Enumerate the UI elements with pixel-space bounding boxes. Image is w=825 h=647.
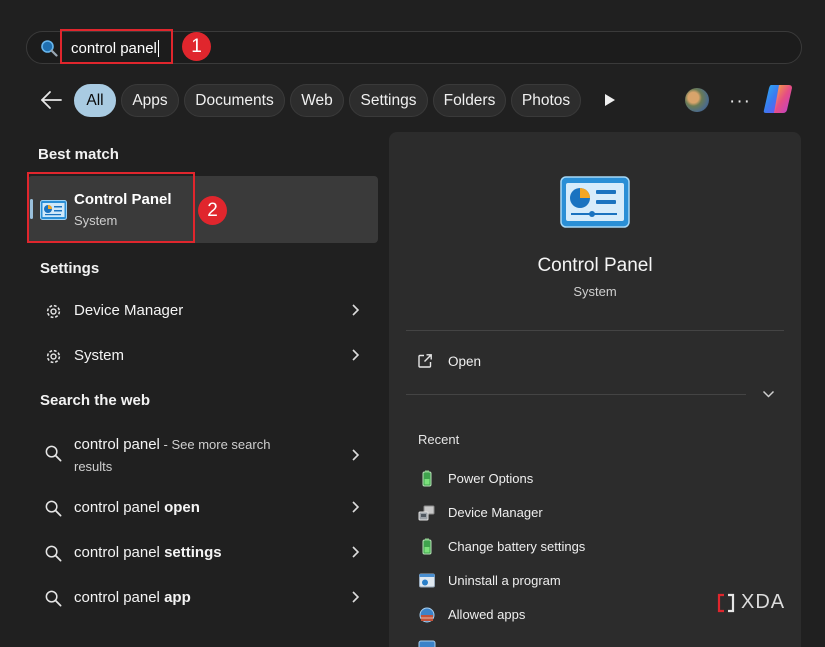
filter-chip-folders[interactable]: Folders [433, 84, 506, 117]
web-result-control-panel-settings[interactable]: control panel settings [28, 532, 378, 575]
filter-chip-all[interactable]: All [74, 84, 116, 117]
search-web-heading: Search the web [40, 392, 151, 409]
web-result-bold: settings [164, 544, 222, 561]
battery-icon [422, 470, 432, 487]
settings-item-label: System [74, 347, 125, 364]
recent-item-label: Allowed apps [448, 607, 526, 622]
xda-logo-icon [717, 593, 735, 612]
xda-watermark-text: XDA [741, 591, 786, 613]
settings-heading: Settings [40, 260, 100, 277]
chevron-right-icon [352, 349, 360, 361]
web-result-suffix-line2: results [74, 459, 113, 474]
web-result-control-panel[interactable]: control panel - See more search results [28, 430, 378, 480]
avatar[interactable] [685, 88, 709, 112]
battery-icon [422, 538, 432, 555]
chevron-right-icon [352, 501, 360, 513]
device-manager-icon [418, 505, 435, 521]
divider [406, 394, 746, 395]
gear-icon [46, 304, 61, 319]
web-result-bold: open [164, 499, 200, 516]
gear-icon [46, 349, 61, 364]
web-result-prefix: control panel [74, 589, 165, 606]
search-icon [45, 590, 62, 607]
annotation-step-badge-2: 2 [198, 196, 227, 225]
open-external-icon [418, 354, 432, 368]
search-icon [45, 545, 62, 562]
filter-label: Settings [360, 91, 417, 109]
search-icon [41, 40, 58, 57]
filter-chip-documents[interactable]: Documents [184, 84, 285, 117]
web-result-label: control panel open [74, 499, 200, 516]
search-icon [45, 500, 62, 517]
recent-item-label: Change battery settings [448, 539, 586, 554]
web-result-label: control panel app [74, 589, 191, 606]
arrow-left-icon[interactable] [39, 89, 63, 111]
annotation-highlight-search [60, 29, 173, 64]
settings-item-label: Device Manager [74, 302, 184, 319]
play-icon[interactable] [604, 93, 616, 107]
web-result-label: control panel settings [74, 544, 222, 561]
more-icon[interactable]: ··· [729, 91, 751, 113]
xda-watermark: XDA [717, 591, 785, 614]
search-icon [45, 445, 62, 462]
web-result-query: control panel [74, 436, 160, 453]
recent-item-label: Power Options [448, 471, 534, 486]
recent-item-label: Uninstall a program [448, 573, 561, 588]
firewall-icon [419, 607, 435, 623]
filter-label: Photos [521, 91, 571, 109]
divider [406, 330, 784, 331]
web-result-bold: app [164, 589, 191, 606]
chevron-right-icon [352, 546, 360, 558]
web-result-prefix: control panel [74, 544, 165, 561]
web-result-prefix: control panel [74, 499, 165, 516]
filter-label: All [86, 91, 104, 109]
open-label: Open [448, 354, 482, 369]
filter-chip-apps[interactable]: Apps [121, 84, 179, 117]
detail-title: Control Panel [537, 255, 653, 276]
chevron-right-icon [352, 591, 360, 603]
web-result-control-panel-open[interactable]: control panel open [28, 487, 378, 530]
filter-chip-photos[interactable]: Photos [511, 84, 581, 117]
filter-chip-web[interactable]: Web [290, 84, 344, 117]
annotation-highlight-best-match [27, 172, 195, 243]
chevron-down-icon[interactable] [762, 389, 775, 399]
recent-heading: Recent [418, 432, 460, 447]
settings-result-device-manager[interactable]: Device Manager [28, 290, 378, 333]
recent-item-label: Device Manager [448, 505, 543, 520]
chevron-right-icon [352, 304, 360, 316]
filter-chip-settings[interactable]: Settings [349, 84, 428, 117]
filter-label: Web [301, 91, 333, 109]
detail-subtitle: System [573, 284, 617, 299]
annotation-step-badge-1: 1 [182, 32, 211, 61]
control-panel-icon [418, 640, 436, 647]
settings-result-system[interactable]: System [28, 335, 378, 378]
programs-icon [419, 573, 435, 588]
filter-label: Folders [443, 91, 496, 109]
control-panel-icon [560, 176, 630, 228]
best-match-heading: Best match [38, 146, 119, 163]
chevron-right-icon [352, 449, 360, 461]
filter-label: Documents [195, 91, 274, 109]
copilot-icon[interactable] [762, 82, 798, 116]
web-result-suffix: - See more search [159, 437, 271, 452]
web-result-control-panel-app[interactable]: control panel app [28, 577, 378, 620]
web-result-label: control panel - See more search [74, 436, 270, 453]
filter-label: Apps [132, 91, 168, 109]
